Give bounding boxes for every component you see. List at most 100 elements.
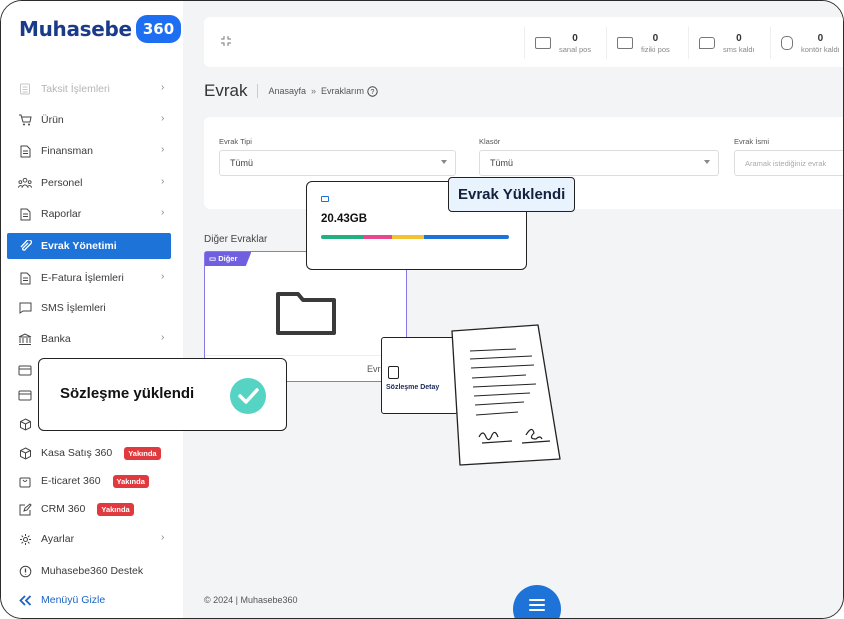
contract-paper-illustration [446, 323, 566, 473]
coming-soon-badge: Yakında [124, 446, 161, 460]
success-toast: Sözleşme yüklendi [38, 358, 287, 431]
page-title: Evrak [204, 81, 248, 100]
stat-label: kontör kaldı [801, 44, 840, 54]
chevron-right-icon: › [161, 113, 165, 124]
filter-evrak-ismi: Evrak İsmi Aramak istediğiniz evrak [734, 137, 843, 176]
sidebar-item-evrak-y-netimi[interactable]: Evrak Yönetimi [7, 233, 171, 259]
help-icon[interactable]: ? [367, 85, 378, 97]
sidebar-item-label: Ürün [41, 114, 64, 126]
sidebar-item-raporlar[interactable]: Raporlar › [1, 201, 183, 227]
sidebar-item-finansman[interactable]: Finansman › [1, 138, 183, 164]
document-icon [18, 207, 32, 221]
storage-segment [364, 235, 393, 239]
stat-sanal-pos[interactable]: 0 sanal pos [524, 27, 591, 59]
storage-segment [392, 235, 425, 239]
database-icon [781, 36, 793, 50]
chevron-right-icon: › [161, 176, 165, 187]
stat-label: fiziki pos [641, 44, 670, 54]
storage-size: 20.43GB [321, 213, 368, 225]
sidebar-item-e-ticaret-360[interactable]: E-ticaret 360 Yakında [1, 468, 183, 494]
select-value: Tümü [230, 158, 254, 168]
card-icon [18, 363, 32, 377]
filter-evrak-tipi: Evrak Tipi Tümü [219, 137, 456, 176]
sidebar-item-label: E-Fatura İşlemleri [41, 272, 124, 284]
people-icon [18, 176, 32, 190]
sidebar-item-label: Kasa Satış 360 [41, 447, 113, 459]
stat-label: sms kaldı [723, 44, 755, 54]
sidebar-item-label: Evrak Yönetimi [41, 240, 117, 252]
chevron-right-icon: › [161, 82, 165, 93]
bank-icon [18, 332, 32, 346]
sidebar-item-label: Personel [41, 177, 83, 189]
folder-icon: ▭ [209, 254, 217, 263]
klasor-select[interactable]: Tümü [479, 150, 719, 176]
section-label: Diğer Evraklar [204, 234, 268, 245]
sidebar-item-label: Raporlar [41, 208, 82, 220]
sidebar-item-banka[interactable]: Banka › [1, 326, 183, 352]
sidebar: Muhasebe 360 Taksit İşlemleri › Ürün › Finan… [1, 1, 183, 618]
storage-usage-bar [321, 235, 509, 239]
coming-soon-badge: Yakında [97, 502, 134, 516]
sidebar-item-label: CRM 360 [41, 503, 86, 515]
logo[interactable]: Muhasebe 360 [19, 15, 182, 43]
stat-value: 0 [652, 32, 659, 44]
breadcrumb-current: Evraklarım [321, 86, 365, 96]
menu-fab[interactable] [513, 585, 561, 618]
sidebar-item-muhasebe360-destek[interactable]: Muhasebe360 Destek [1, 558, 183, 584]
app-frame: Muhasebe 360 Taksit İşlemleri › Ürün › Finan… [0, 0, 844, 619]
chevron-right-icon: › [161, 532, 165, 543]
storage-icon [321, 196, 329, 202]
chat-icon [18, 301, 32, 315]
folder-icon [276, 290, 336, 341]
gear-icon [18, 532, 32, 546]
sidebar-item-crm-360[interactable]: CRM 360 Yakında [1, 496, 183, 522]
topbar: 0 sanal pos 0 fiziki pos 0 sms kaldı 0 kontö… [204, 17, 843, 67]
filter-label: Evrak İsmi [734, 137, 770, 146]
sidebar-item-ayarlar[interactable]: Ayarlar › [1, 526, 183, 552]
logo-text: Muhasebe [19, 17, 132, 41]
breadcrumb-separator: » [311, 86, 317, 96]
compress-icon[interactable] [220, 35, 232, 50]
folder-tag-label: Diğer [218, 254, 238, 263]
stat-value: 0 [736, 32, 742, 44]
upload-callout: Evrak Yüklendi [448, 177, 576, 212]
copyright: © 2024 | Muhasebe360 [204, 595, 298, 605]
calculator-icon [18, 82, 32, 96]
stat-fiziki-pos[interactable]: 0 fiziki pos [606, 27, 670, 59]
sidebar-item-label: Taksit İşlemleri [41, 83, 110, 95]
storage-segment [321, 235, 365, 239]
input-placeholder: Aramak istediğiniz evrak [745, 159, 827, 168]
document-icon [18, 144, 32, 158]
main-content: 0 sanal pos 0 fiziki pos 0 sms kaldı 0 kontö… [183, 1, 843, 618]
sidebar-item-men-y-gizle[interactable]: Menüyü Gizle [1, 587, 183, 613]
chat-icon [699, 37, 715, 49]
check-icon [230, 378, 266, 414]
sidebar-item-taksit-i-lemleri[interactable]: Taksit İşlemleri › [1, 76, 183, 102]
svg-text:?: ? [371, 89, 375, 96]
card-icon [535, 37, 551, 49]
stat-kontor[interactable]: 0 kontör kaldı [770, 27, 840, 59]
sidebar-item-e-fatura-i-lemleri[interactable]: E-Fatura İşlemleri › [1, 265, 183, 291]
sidebar-item-label: Ayarlar [41, 533, 75, 545]
bag-icon [18, 474, 32, 488]
stat-sms[interactable]: 0 sms kaldı [688, 27, 755, 59]
info-icon [18, 564, 32, 578]
breadcrumb-home[interactable]: Anasayfa [268, 86, 306, 96]
sidebar-item-personel[interactable]: Personel › [1, 170, 183, 196]
edit-icon [18, 502, 32, 516]
evrak-tipi-select[interactable]: Tümü [219, 150, 456, 176]
chevron-right-icon: › [161, 207, 165, 218]
evrak-ismi-input[interactable]: Aramak istediğiniz evrak [734, 150, 843, 176]
sidebar-item-r-n[interactable]: Ürün › [1, 107, 183, 133]
card-icon [18, 388, 32, 402]
sidebar-item-label: Menüyü Gizle [41, 594, 106, 606]
hamburger-icon [529, 599, 545, 614]
filter-label: Evrak Tipi [219, 137, 252, 146]
coming-soon-badge: Yakında [112, 474, 149, 488]
filter-label: Klasör [479, 137, 501, 146]
sidebar-item-sms-i-lemleri[interactable]: SMS İşlemleri [1, 295, 183, 321]
sidebar-item-label: Finansman [41, 145, 93, 157]
storage-segment [424, 235, 509, 239]
sidebar-item-kasa-sat-360[interactable]: Kasa Satış 360 Yakında [1, 440, 183, 466]
box-icon [18, 417, 32, 431]
